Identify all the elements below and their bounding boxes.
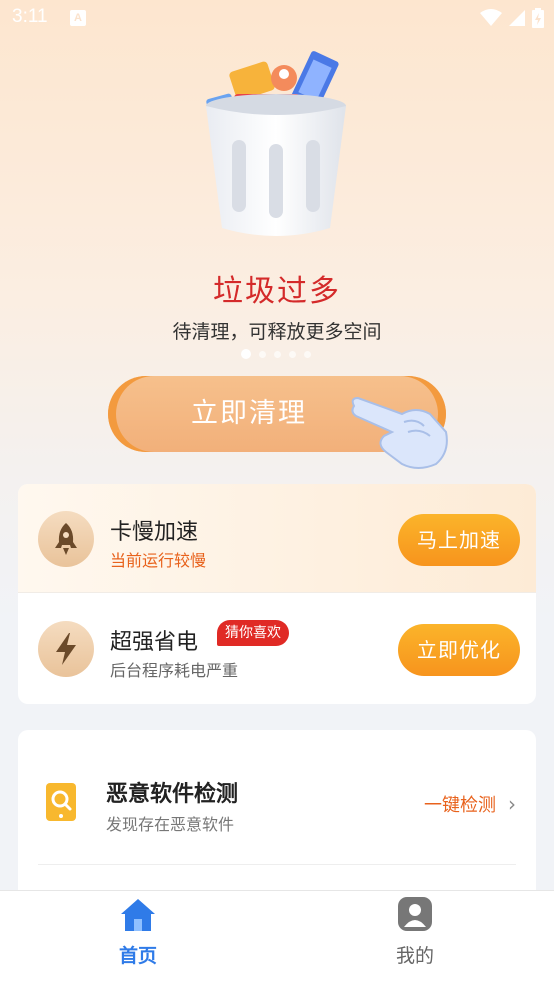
carousel-dot bbox=[274, 350, 281, 358]
carousel-dot bbox=[304, 350, 311, 358]
trash-can-illustration bbox=[206, 51, 346, 236]
battery-icon bbox=[532, 8, 544, 28]
home-icon bbox=[121, 899, 155, 931]
signal-icon bbox=[509, 10, 525, 26]
divider bbox=[38, 864, 516, 865]
carousel-dot bbox=[259, 350, 266, 358]
notification-icon: A bbox=[70, 10, 86, 26]
nav-item-home[interactable]: 首页 bbox=[78, 891, 198, 984]
carousel-dot bbox=[241, 349, 251, 359]
hero-subtitle: 待清理，可释放更多空间 bbox=[172, 321, 382, 343]
divider bbox=[18, 592, 536, 593]
malware-title: 恶意软件检测 bbox=[106, 782, 239, 807]
feature-subtitle: 当前运行较慢 bbox=[110, 551, 207, 570]
recommend-badge: 猜你喜欢 bbox=[217, 620, 289, 646]
pointing-hand-icon bbox=[351, 396, 448, 469]
status-icons bbox=[480, 8, 544, 28]
one-click-scan-link[interactable]: 一键检测 bbox=[424, 791, 496, 817]
feature-subtitle: 后台程序耗电严重 bbox=[110, 661, 239, 680]
feature-title: 卡慢加速 bbox=[110, 520, 199, 545]
wifi-icon bbox=[480, 9, 502, 26]
phone-scan-icon bbox=[46, 783, 76, 821]
user-icon bbox=[398, 897, 432, 931]
optimize-card: 卡慢加速 当前运行较慢 马上加速 超强省电 猜你喜欢 后台程序耗电严重 立即优化 bbox=[18, 484, 536, 704]
malware-card: 恶意软件检测 发现存在恶意软件 一键检测 › bbox=[18, 730, 536, 900]
nav-item-me[interactable]: 我的 bbox=[355, 891, 475, 984]
carousel-dots bbox=[241, 349, 311, 359]
hero-title: 垃圾过多 bbox=[213, 274, 341, 309]
nav-label: 首页 bbox=[118, 945, 157, 967]
speed-up-row[interactable]: 卡慢加速 当前运行较慢 马上加速 bbox=[18, 484, 536, 592]
chevron-right-icon[interactable]: › bbox=[508, 792, 516, 816]
feature-title: 超强省电 bbox=[110, 630, 199, 655]
carousel-dot bbox=[289, 350, 296, 358]
optimize-button[interactable]: 立即优化 bbox=[398, 624, 520, 676]
lightning-icon bbox=[38, 621, 94, 677]
rocket-icon bbox=[38, 511, 94, 567]
malware-subtitle: 发现存在恶意软件 bbox=[106, 815, 235, 834]
power-save-row[interactable]: 超强省电 猜你喜欢 后台程序耗电严重 立即优化 bbox=[18, 594, 536, 702]
nav-label: 我的 bbox=[395, 945, 434, 967]
speed-up-button[interactable]: 马上加速 bbox=[398, 514, 520, 566]
status-bar: 3:11 A bbox=[0, 0, 554, 40]
bottom-nav: 首页 我的 bbox=[0, 890, 554, 984]
status-time: 3:11 bbox=[12, 6, 48, 27]
